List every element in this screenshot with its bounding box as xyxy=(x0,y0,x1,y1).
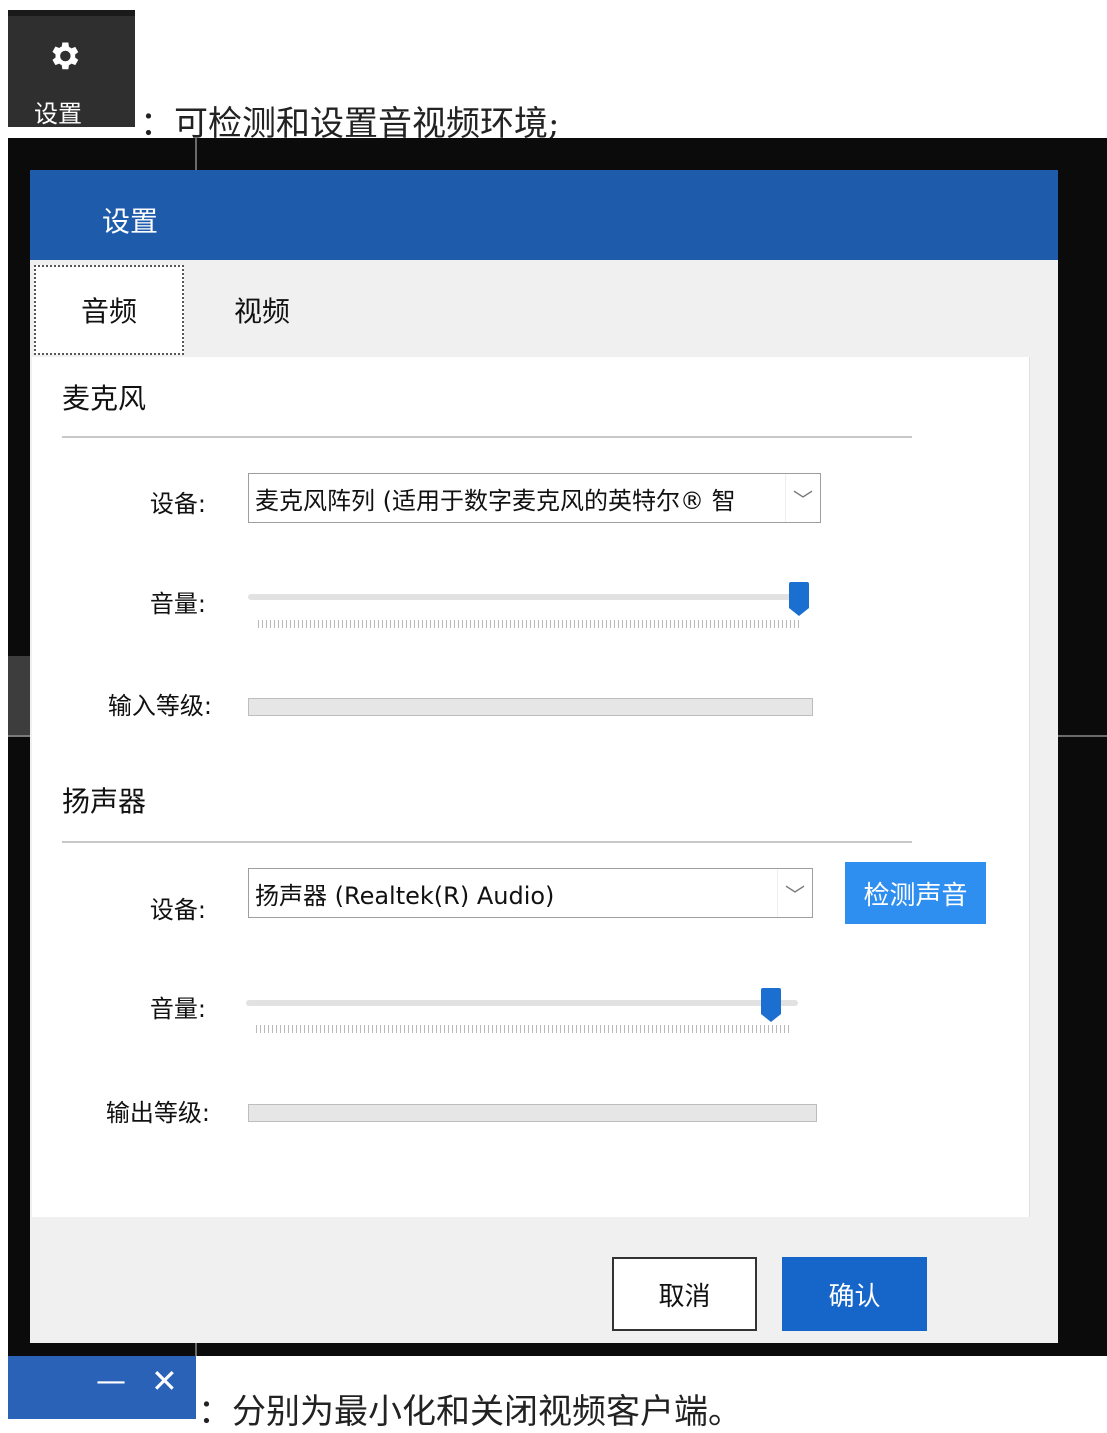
dialog-header: 设置 xyxy=(30,170,1058,260)
minimize-icon[interactable]: — xyxy=(96,1364,126,1399)
screen-panel-edge xyxy=(8,656,30,736)
settings-dialog: 设置 音频 视频 麦克风 设备: 麦克风阵列 (适用于数字麦克风的英特尔® 智 … xyxy=(30,170,1058,1343)
section-divider xyxy=(62,841,912,843)
chevron-down-icon[interactable]: ﹀ xyxy=(777,869,812,917)
input-level-label: 输入等级: xyxy=(107,692,212,720)
mic-device-value: 麦克风阵列 (适用于数字麦克风的英特尔® 智 xyxy=(255,486,736,515)
mic-volume-label: 音量: xyxy=(149,590,206,618)
close-icon[interactable]: ✕ xyxy=(151,1362,178,1400)
gear-icon xyxy=(52,42,79,70)
mic-volume-ticks xyxy=(258,620,800,628)
speaker-volume-thumb[interactable] xyxy=(761,988,781,1022)
screen-divider xyxy=(8,735,30,737)
window-controls: — ✕ xyxy=(8,1356,196,1419)
speaker-section-title: 扬声器 xyxy=(62,785,147,818)
mic-volume-slider[interactable] xyxy=(248,594,808,600)
mic-volume-thumb[interactable] xyxy=(789,582,809,616)
settings-tile[interactable]: 设置 xyxy=(8,10,135,128)
screen-divider xyxy=(1058,735,1107,737)
speaker-volume-slider[interactable] xyxy=(246,1000,798,1006)
mic-device-label: 设备: xyxy=(149,490,206,518)
speaker-device-select[interactable]: 扬声器 (Realtek(R) Audio) ﹀ xyxy=(248,868,813,918)
input-level-meter xyxy=(248,698,813,716)
speaker-volume-ticks xyxy=(256,1025,790,1033)
output-level-label: 输出等级: xyxy=(105,1099,210,1127)
settings-tile-label: 设置 xyxy=(34,100,82,128)
output-level-meter xyxy=(248,1104,817,1122)
tab-video[interactable]: 视频 xyxy=(188,265,336,355)
speaker-device-value: 扬声器 (Realtek(R) Audio) xyxy=(255,881,555,910)
confirm-button[interactable]: 确认 xyxy=(782,1257,927,1331)
controls-caption: ：分别为最小化和关闭视频客户端。 xyxy=(198,1392,742,1432)
speaker-device-label: 设备: xyxy=(149,896,206,924)
speaker-volume-label: 音量: xyxy=(149,995,206,1023)
microphone-section-title: 麦克风 xyxy=(62,382,147,415)
test-sound-button[interactable]: 检测声音 xyxy=(845,862,986,924)
chevron-down-icon[interactable]: ﹀ xyxy=(785,474,820,522)
screen-divider xyxy=(195,138,197,174)
audio-panel: 麦克风 设备: 麦克风阵列 (适用于数字麦克风的英特尔® 智 ﹀ 音量: 输入等… xyxy=(32,357,1030,1217)
mic-device-select[interactable]: 麦克风阵列 (适用于数字麦克风的英特尔® 智 ﹀ xyxy=(248,473,821,523)
section-divider xyxy=(62,436,912,438)
tab-audio[interactable]: 音频 xyxy=(34,265,184,355)
cancel-button[interactable]: 取消 xyxy=(612,1257,757,1331)
dialog-title: 设置 xyxy=(102,205,159,238)
